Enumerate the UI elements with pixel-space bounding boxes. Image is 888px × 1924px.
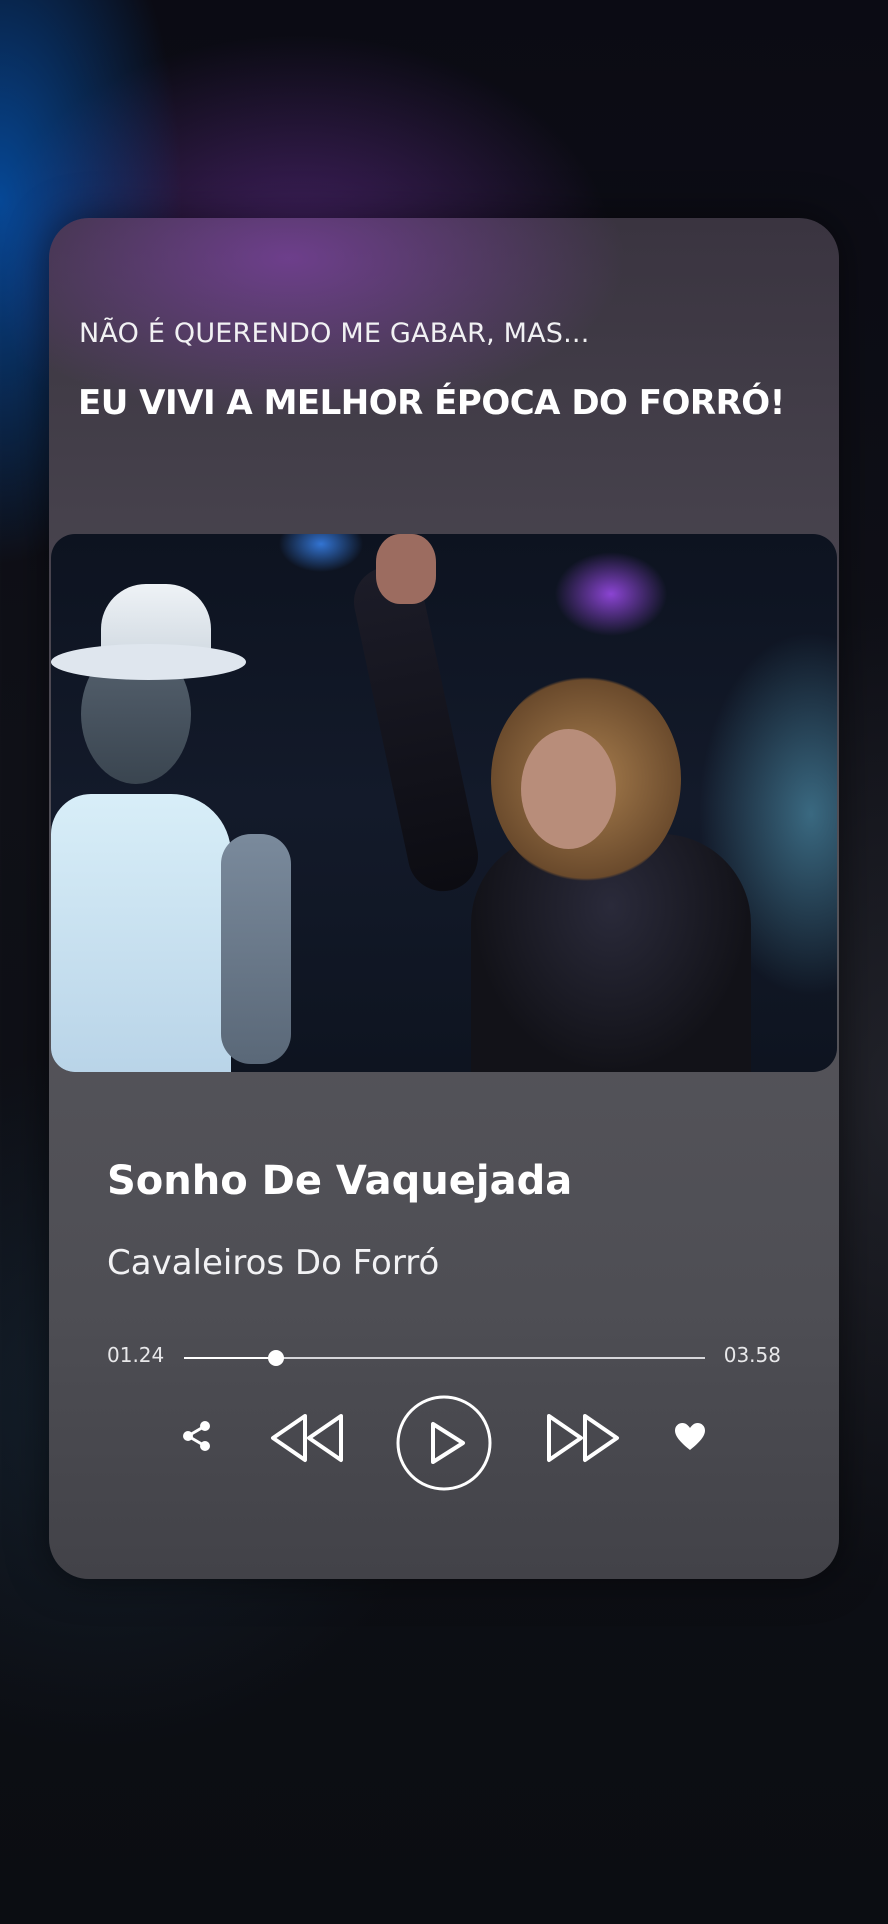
rewind-icon <box>269 1412 345 1464</box>
progress-bar[interactable] <box>184 1350 705 1366</box>
cowboy-hat-brim <box>51 644 246 680</box>
like-button[interactable] <box>669 1416 711 1458</box>
next-button[interactable] <box>543 1410 623 1466</box>
play-icon <box>395 1394 493 1492</box>
share-button[interactable] <box>175 1414 219 1458</box>
caption-kicker: NÃO É QUERENDO ME GABAR, MAS... <box>79 318 590 349</box>
performer-woman-face <box>521 729 616 849</box>
time-current: 01.24 <box>107 1343 165 1367</box>
performer-man <box>51 794 231 1072</box>
video-frame[interactable] <box>51 534 837 1072</box>
progress-fill <box>184 1357 277 1359</box>
caption-headline: EU VIVI A MELHOR ÉPOCA DO FORRÓ! <box>78 383 785 423</box>
track-title: Sonho De Vaquejada <box>107 1158 573 1204</box>
play-button[interactable] <box>395 1394 493 1492</box>
music-player-card: NÃO É QUERENDO ME GABAR, MAS... EU VIVI … <box>49 218 839 1579</box>
heart-icon <box>674 1422 706 1452</box>
fast-forward-icon <box>545 1412 621 1464</box>
share-icon <box>180 1419 214 1453</box>
track-artist: Cavaleiros Do Forró <box>107 1243 440 1283</box>
time-total: 03.58 <box>723 1343 781 1367</box>
performer-woman-arm <box>347 560 485 898</box>
progress-knob[interactable] <box>268 1350 285 1366</box>
performer-man-arm <box>221 834 291 1064</box>
performer-woman-hand <box>376 534 436 604</box>
previous-button[interactable] <box>267 1410 347 1466</box>
